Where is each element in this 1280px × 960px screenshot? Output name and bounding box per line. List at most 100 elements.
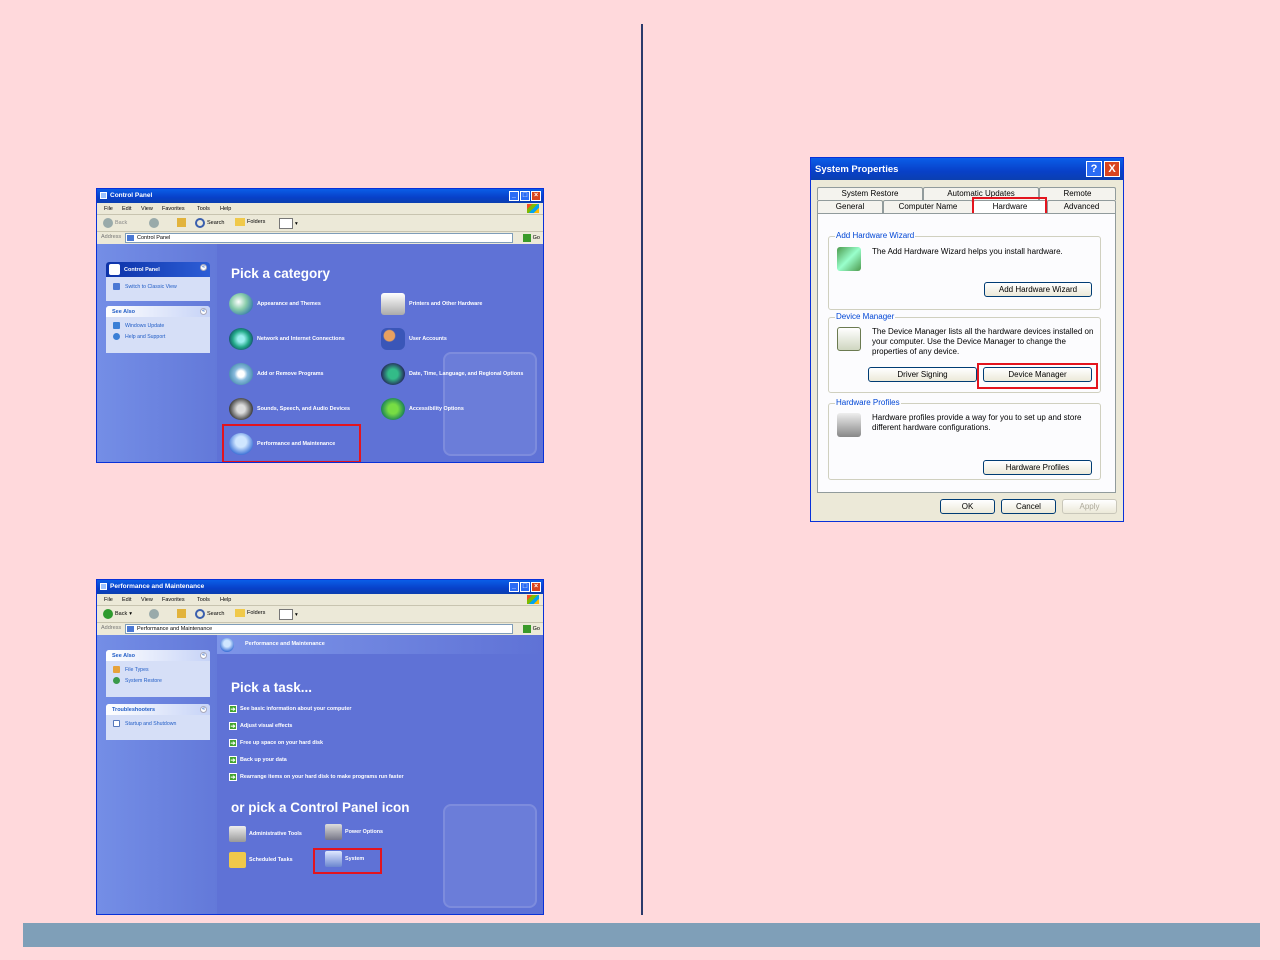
task-link[interactable]: ➔ Free up space on your hard disk [229, 739, 323, 747]
menu-favorites[interactable]: Favorites [162, 597, 185, 603]
category-network[interactable]: Network and Internet Connections [229, 328, 345, 350]
task-link[interactable]: ➔ See basic information about your comput… [229, 705, 351, 713]
menu-view[interactable]: View [141, 206, 153, 212]
tab-remote[interactable]: Remote [1039, 187, 1116, 200]
forward-button[interactable] [149, 218, 159, 228]
category-add-remove-programs[interactable]: Add or Remove Programs [229, 363, 324, 385]
driver-signing-button[interactable]: Driver Signing [868, 367, 977, 382]
up-folder-button[interactable] [177, 609, 186, 618]
address-bar: Address Control Panel Go [97, 232, 543, 243]
views-button[interactable]: ▾ [279, 218, 298, 229]
windows-update-link[interactable]: Windows Update [106, 320, 210, 331]
go-button[interactable]: Go [522, 625, 540, 633]
folders-button[interactable]: Folders [235, 218, 265, 226]
green-arrow-icon: ➔ [229, 756, 237, 764]
minimize-button[interactable]: _ [509, 582, 519, 592]
collapse-chevron-icon[interactable]: « [200, 308, 207, 315]
address-input[interactable]: Performance and Maintenance [125, 624, 513, 634]
category-sounds[interactable]: Sounds, Speech, and Audio Devices [229, 398, 350, 420]
cancel-button[interactable]: Cancel [1001, 499, 1056, 514]
menu-file[interactable]: File [104, 206, 113, 212]
category-printers[interactable]: Printers and Other Hardware [381, 293, 482, 315]
control-panel-icon [127, 235, 134, 241]
help-button[interactable]: ? [1086, 161, 1102, 177]
help-and-support-label: Help and Support [125, 334, 166, 340]
tab-general[interactable]: General [817, 200, 883, 213]
see-also-header[interactable]: See Also « [106, 650, 210, 661]
menu-favorites[interactable]: Favorites [162, 206, 185, 212]
startup-shutdown-link[interactable]: Startup and Shutdown [106, 718, 210, 729]
menu-help[interactable]: Help [220, 206, 231, 212]
go-button[interactable]: Go [522, 234, 540, 242]
menu-bar: File Edit View Favorites Tools Help [97, 595, 543, 606]
go-label: Go [532, 235, 540, 241]
menu-tools[interactable]: Tools [197, 206, 210, 212]
switch-to-classic-view-link[interactable]: Switch to Classic View [106, 281, 210, 292]
views-button[interactable]: ▾ [279, 609, 298, 620]
menu-file[interactable]: File [104, 597, 113, 603]
switch-view-label: Switch to Classic View [125, 284, 177, 290]
add-hardware-group: Add Hardware Wizard The Add Hardware Wiz… [828, 231, 1101, 310]
menu-tools[interactable]: Tools [197, 597, 210, 603]
category-date-time[interactable]: Date, Time, Language, and Regional Optio… [381, 363, 531, 385]
see-also-header[interactable]: See Also « [106, 306, 210, 317]
scheduled-tasks-link[interactable]: Scheduled Tasks [229, 852, 293, 868]
network-icon [229, 328, 253, 350]
search-button[interactable]: Search [195, 609, 224, 619]
folders-button[interactable]: Folders [235, 609, 265, 617]
ok-button[interactable]: OK [940, 499, 995, 514]
menu-edit[interactable]: Edit [122, 597, 131, 603]
task-link[interactable]: ➔ Adjust visual effects [229, 722, 292, 730]
collapse-chevron-icon[interactable]: « [200, 264, 207, 271]
up-folder-button[interactable] [177, 218, 186, 227]
add-hardware-wizard-button[interactable]: Add Hardware Wizard [984, 282, 1092, 297]
collapse-chevron-icon[interactable]: « [200, 652, 207, 659]
power-options-link[interactable]: Power Options [325, 824, 383, 840]
collapse-chevron-icon[interactable]: « [200, 706, 207, 713]
minimize-button[interactable]: _ [509, 191, 519, 201]
search-button[interactable]: Search [195, 218, 224, 228]
address-input[interactable]: Control Panel [125, 233, 513, 243]
category-appearance[interactable]: Appearance and Themes [229, 293, 321, 315]
category-user-accounts[interactable]: User Accounts [381, 328, 447, 350]
control-panel-box-header[interactable]: Control Panel « [106, 262, 210, 277]
hardware-profiles-group: Hardware Profiles Hardware profiles prov… [828, 398, 1101, 480]
troubleshooters-box: Troubleshooters « Startup and Shutdown [106, 704, 210, 740]
pick-category-heading: Pick a category [231, 266, 331, 281]
tab-advanced[interactable]: Advanced [1047, 200, 1116, 213]
close-button[interactable]: X [1104, 161, 1120, 177]
maximize-button[interactable]: □ [520, 582, 530, 592]
task-link[interactable]: ➔ Back up your data [229, 756, 287, 764]
forward-button[interactable] [149, 609, 159, 619]
hardware-profiles-description: Hardware profiles provide a way for you … [872, 413, 1082, 432]
menu-edit[interactable]: Edit [122, 206, 131, 212]
menu-help[interactable]: Help [220, 597, 231, 603]
tab-system-restore[interactable]: System Restore [817, 187, 923, 200]
icon-label: Power Options [345, 829, 384, 835]
search-label: Search [207, 611, 225, 617]
administrative-tools-link[interactable]: Administrative Tools [229, 826, 302, 842]
apply-button[interactable]: Apply [1062, 499, 1117, 514]
group-label: Device Manager [835, 312, 896, 321]
category-pane: Pick a category Appearance and Themes Pr… [217, 244, 543, 462]
file-types-link[interactable]: File Types [106, 664, 210, 675]
system-restore-link[interactable]: System Restore [106, 675, 210, 686]
hardware-profiles-button[interactable]: Hardware Profiles [983, 460, 1092, 475]
maximize-button[interactable]: □ [520, 191, 530, 201]
close-button[interactable]: × [531, 191, 541, 201]
category-accessibility[interactable]: Accessibility Options [381, 398, 464, 420]
back-label: Back [115, 220, 128, 226]
windows-logo-icon [527, 204, 539, 213]
task-link[interactable]: ➔ Rearrange items on your hard disk to ma… [229, 773, 404, 781]
menu-view[interactable]: View [141, 597, 153, 603]
close-button[interactable]: × [531, 582, 541, 592]
dialog-title: System Properties [815, 164, 899, 175]
help-and-support-link[interactable]: Help and Support [106, 331, 210, 342]
back-button[interactable]: Back ▾ [103, 609, 132, 619]
see-also-box: See Also « Windows Update Help and Suppor… [106, 306, 210, 353]
troubleshooters-header[interactable]: Troubleshooters « [106, 704, 210, 715]
tab-computer-name[interactable]: Computer Name [883, 200, 973, 213]
add-hardware-icon [837, 247, 861, 271]
back-button[interactable]: Back [103, 218, 127, 228]
dropdown-icon: ▾ [129, 611, 132, 617]
